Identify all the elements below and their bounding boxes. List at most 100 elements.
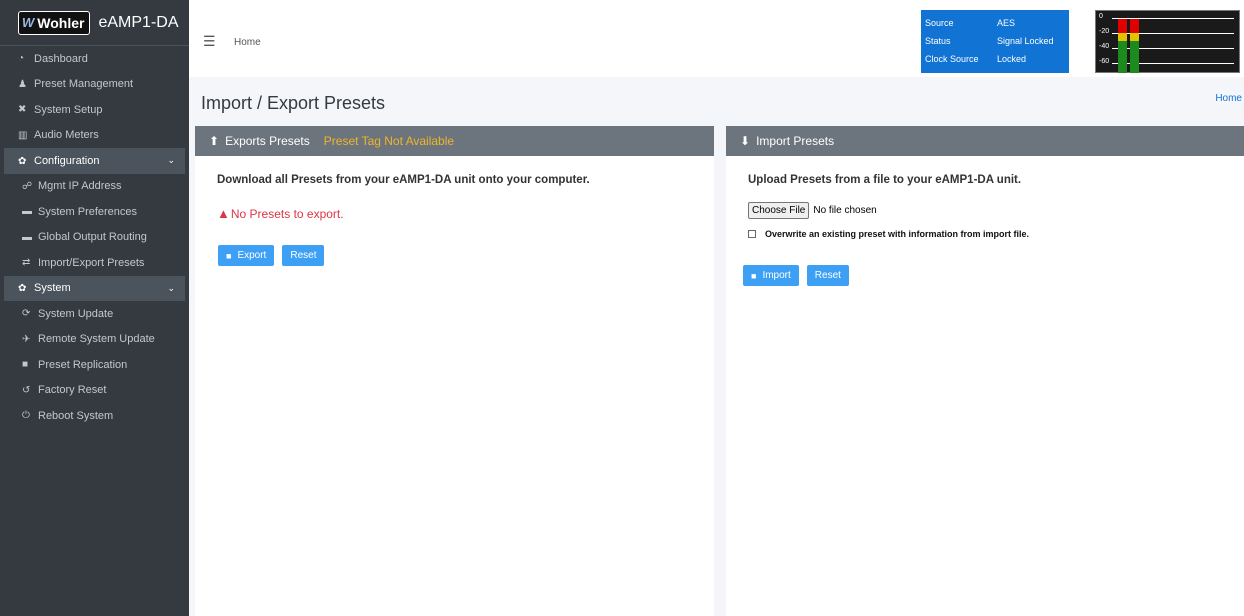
sidebar-item-label: Reboot System bbox=[38, 409, 114, 422]
import-presets-card: ⬇ Import Presets Upload Presets from a f… bbox=[726, 126, 1244, 616]
signal-status-panel: Source AES Status Signal Locked Clock Sour… bbox=[921, 10, 1069, 73]
power-icon: ⏻ bbox=[22, 410, 30, 422]
user-cog-icon: ♟ bbox=[18, 78, 27, 90]
sidebar-item-global-output-routing[interactable]: ▬ Global Output Routing bbox=[0, 225, 189, 251]
sync-icon: ⟳ bbox=[22, 308, 31, 320]
meter-tick-label: 0 bbox=[1099, 13, 1103, 20]
gear-icon: ✿ bbox=[18, 155, 27, 167]
top-navbar: ☰ Home Source AES Status Signal Locked Clo… bbox=[189, 0, 1244, 77]
sidebar-item-audio-meters[interactable]: ▥ Audio Meters bbox=[0, 123, 189, 149]
export-actions: ■ Export Reset bbox=[218, 245, 714, 266]
export-card-body: Download all Presets from your eAMP1-DA … bbox=[195, 156, 714, 266]
sidebar-item-reboot-system[interactable]: ⏻ Reboot System bbox=[0, 403, 189, 429]
status-value: AES bbox=[997, 18, 1016, 28]
export-presets-card: ⬆ Exports Presets Preset Tag Not Availab… bbox=[195, 126, 714, 616]
download-icon: ⬇ bbox=[740, 134, 751, 148]
meter-bar-left-green bbox=[1118, 41, 1127, 73]
sidebar-item-factory-reset[interactable]: ↺ Factory Reset bbox=[0, 378, 189, 404]
import-description: Upload Presets from a file to your eAMP1… bbox=[748, 174, 1022, 186]
status-value: Locked bbox=[997, 54, 1027, 64]
sidebar-item-remote-system-update[interactable]: ✈ Remote System Update bbox=[0, 327, 189, 353]
exchange-icon: ⇄ bbox=[22, 257, 31, 269]
import-reset-button[interactable]: Reset bbox=[806, 265, 849, 286]
file-input: Choose File No file chosen bbox=[748, 202, 1244, 219]
sidebar-item-label: Remote System Update bbox=[38, 333, 155, 346]
status-row-clock-source: Clock Source Locked bbox=[925, 50, 1069, 68]
sidebar-item-mgmt-ip[interactable]: ☍ Mgmt IP Address bbox=[0, 174, 189, 200]
overwrite-checkbox-label: Overwrite an existing preset with inform… bbox=[765, 229, 1030, 239]
copy-icon: ■ bbox=[22, 359, 29, 371]
sidebar: W Wohler eAMP1-DA ◔ Dashboard ♟ Preset Man… bbox=[0, 0, 189, 616]
chevron-down-icon: ⌄ bbox=[167, 155, 175, 166]
sidebar-item-system-update[interactable]: ⟳ System Update bbox=[0, 301, 189, 327]
keyboard-icon: ▬ bbox=[22, 231, 32, 243]
sidebar-item-label: System Setup bbox=[34, 103, 103, 116]
chevron-down-icon: ⌄ bbox=[167, 282, 175, 293]
import-button-label: Import bbox=[762, 270, 791, 281]
audio-level-meter[interactable]: 0 -20 -40 -60 bbox=[1095, 10, 1240, 73]
sidebar-item-system-preferences[interactable]: ▬ System Preferences bbox=[0, 199, 189, 225]
meter-tick-label: -20 bbox=[1099, 28, 1110, 35]
overwrite-option: Overwrite an existing preset with inform… bbox=[748, 229, 1244, 239]
import-card-body: Upload Presets from a file to your eAMP1… bbox=[726, 156, 1244, 286]
meter-bar-left-yellow bbox=[1118, 33, 1127, 41]
sidebar-item-label: Dashboard bbox=[34, 52, 88, 65]
export-reset-button[interactable]: Reset bbox=[282, 245, 325, 266]
import-card-header: ⬇ Import Presets bbox=[726, 126, 1244, 156]
file-icon: ■ bbox=[751, 270, 757, 281]
export-button-label: Export bbox=[237, 250, 267, 261]
sidebar-group-system[interactable]: ✿ System ⌄ bbox=[4, 275, 185, 301]
sidebar-item-system-setup[interactable]: ✖ System Setup bbox=[0, 97, 189, 123]
cogs-icon: ✿ bbox=[18, 283, 27, 295]
dashboard-icon: ◔ bbox=[18, 53, 25, 65]
sidebar-group-label: Configuration bbox=[34, 154, 100, 167]
wohler-logo: W Wohler bbox=[18, 10, 91, 35]
satellite-icon: ✈ bbox=[22, 333, 31, 345]
preset-tag-status: Preset Tag Not Available bbox=[323, 134, 455, 148]
page-title: Import / Export Presets bbox=[201, 93, 386, 113]
export-button[interactable]: ■ Export bbox=[218, 245, 275, 266]
export-card-title: Exports Presets bbox=[225, 134, 310, 148]
meter-tick-label: -40 bbox=[1099, 43, 1110, 50]
brand[interactable]: W Wohler eAMP1-DA bbox=[0, 0, 189, 46]
import-button[interactable]: ■ Import bbox=[743, 265, 799, 286]
overwrite-checkbox[interactable] bbox=[748, 230, 756, 238]
sidebar-item-preset-management[interactable]: ♟ Preset Management bbox=[0, 72, 189, 98]
meter-bar-left-red bbox=[1118, 19, 1127, 33]
status-key: Source bbox=[925, 18, 954, 28]
sidebar-item-label: Factory Reset bbox=[38, 384, 107, 397]
status-key: Clock Source bbox=[925, 54, 979, 64]
file-status-text: No file chosen bbox=[813, 205, 877, 216]
hamburger-menu-icon[interactable]: ☰ bbox=[203, 33, 216, 50]
bar-chart-icon: ▥ bbox=[18, 129, 28, 141]
import-card-title: Import Presets bbox=[756, 134, 835, 148]
sidebar-item-dashboard[interactable]: ◔ Dashboard bbox=[0, 46, 189, 72]
meter-tick-label: -60 bbox=[1099, 58, 1110, 65]
status-row-status: Status Signal Locked bbox=[925, 32, 1069, 50]
sidebar-group-configuration[interactable]: ✿ Configuration ⌄ bbox=[4, 148, 185, 174]
sidebar-item-import-export-presets[interactable]: ⇄ Import/Export Presets bbox=[0, 250, 189, 276]
sidebar-item-label: System Preferences bbox=[38, 205, 138, 218]
sidebar-item-label: System Update bbox=[38, 307, 114, 320]
sidebar-item-label: Preset Replication bbox=[38, 358, 128, 371]
export-card-header: ⬆ Exports Presets Preset Tag Not Availab… bbox=[195, 126, 714, 156]
sidebar-item-preset-replication[interactable]: ■ Preset Replication bbox=[0, 352, 189, 378]
meter-bar-right-yellow bbox=[1130, 33, 1139, 41]
breadcrumb-home[interactable]: Home bbox=[1215, 93, 1242, 104]
tools-icon: ✖ bbox=[18, 104, 27, 116]
sidebar-group-label: System bbox=[34, 282, 71, 295]
sidebar-item-label: Audio Meters bbox=[34, 129, 99, 142]
export-warning-text: No Presets to export. bbox=[230, 206, 344, 221]
warning-triangle-icon: ▲ bbox=[217, 206, 230, 221]
sidebar-item-label: Preset Management bbox=[34, 78, 134, 91]
choose-file-button[interactable]: Choose File bbox=[748, 202, 810, 219]
w-logo-icon: W bbox=[22, 15, 35, 30]
keyboard-icon: ▬ bbox=[22, 206, 32, 218]
logo-text: Wohler bbox=[37, 14, 85, 31]
sidebar-item-label: Mgmt IP Address bbox=[38, 180, 122, 193]
import-actions: ■ Import Reset bbox=[743, 265, 1244, 286]
nav-home-link[interactable]: Home bbox=[234, 37, 261, 48]
status-value: Signal Locked bbox=[997, 36, 1054, 46]
sidebar-item-label: Global Output Routing bbox=[38, 231, 147, 244]
network-icon: ☍ bbox=[22, 180, 33, 192]
